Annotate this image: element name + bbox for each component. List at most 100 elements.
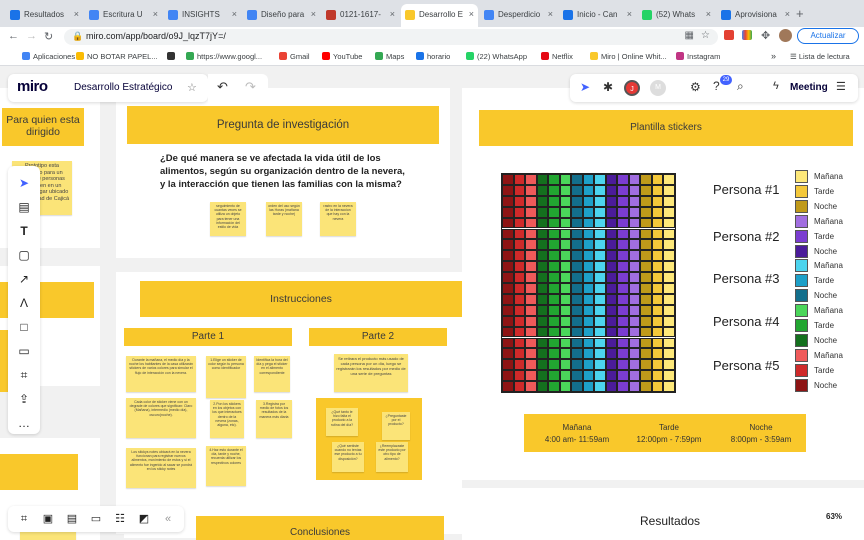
sticker-grid-cell[interactable]: [617, 228, 629, 240]
sticker-grid-cell[interactable]: [548, 315, 560, 327]
sticker-grid-cell[interactable]: [525, 381, 537, 392]
sticker-grid-cell[interactable]: [502, 250, 514, 262]
audience-header[interactable]: Para quien esta dirigido: [2, 108, 84, 146]
sticker-grid-cell[interactable]: [548, 184, 560, 196]
sticker-grid-cell[interactable]: [513, 326, 526, 338]
sticker-grid-cell[interactable]: [513, 217, 526, 229]
sticker-grid-cell[interactable]: [663, 272, 675, 283]
sticker-grid-cell[interactable]: [502, 206, 514, 218]
part2-intro-sticky[interactable]: Se retirara el producto más usado de cad…: [334, 354, 408, 392]
sticker-grid-cell[interactable]: [651, 348, 664, 360]
sticker-grid-cell[interactable]: [559, 272, 572, 283]
sticker-grid-cell[interactable]: [536, 206, 549, 218]
sticker-grid-cell[interactable]: [640, 272, 652, 283]
sticker-grid-cell[interactable]: [513, 315, 526, 327]
sticker-grid-cell[interactable]: [605, 381, 618, 392]
sticker-grid-cell[interactable]: [605, 239, 618, 251]
sticker-grid-cell[interactable]: [663, 217, 675, 229]
sticker-grid-cell[interactable]: [559, 174, 572, 185]
sticker-grid-cell[interactable]: [617, 348, 629, 360]
pen-tool-icon[interactable]: Λ: [16, 295, 32, 311]
sticker-grid-cell[interactable]: [617, 250, 629, 262]
sticker-grid-cell[interactable]: [640, 283, 652, 294]
tab-close-icon[interactable]: ×: [232, 9, 237, 19]
sticker-grid-cell[interactable]: [525, 337, 537, 349]
comments-icon[interactable]: ▤: [64, 511, 80, 527]
sticker-grid-cell[interactable]: [548, 174, 560, 185]
sticker-grid-cell[interactable]: [513, 283, 526, 294]
browser-tab[interactable]: Desperdicio ×: [480, 4, 557, 27]
tab-close-icon[interactable]: ×: [469, 9, 474, 19]
sticker-grid-cell[interactable]: [582, 359, 595, 371]
sticker-grid-cell[interactable]: [571, 370, 583, 382]
sticker-grid-cell[interactable]: [582, 381, 595, 392]
sticker-grid-cell[interactable]: [605, 348, 618, 360]
sticker-grid-cell[interactable]: [640, 337, 652, 349]
sticker-grid-cell[interactable]: [594, 261, 606, 273]
sticker-grid-cell[interactable]: [582, 195, 595, 207]
settings-sliders-icon[interactable]: ⚙: [690, 80, 701, 94]
sticker-grid-cell[interactable]: [548, 239, 560, 251]
sticker-grid-cell[interactable]: [536, 315, 549, 327]
sticker-grid-cell[interactable]: [525, 359, 537, 371]
browser-tab[interactable]: INSIGHTS ×: [164, 4, 241, 27]
sticker-grid-cell[interactable]: [502, 381, 514, 392]
puzzle-icon[interactable]: ✥: [761, 29, 770, 42]
sticker-grid-cell[interactable]: [605, 250, 618, 262]
sticker-grid-cell[interactable]: [594, 184, 606, 196]
sticker-grid-cell[interactable]: [628, 304, 641, 316]
sticker-grid-cell[interactable]: [536, 261, 549, 273]
sticker-grid-cell[interactable]: [663, 337, 675, 349]
browser-tab[interactable]: Escritura U ×: [85, 4, 162, 27]
sticker-grid-cell[interactable]: [651, 184, 664, 196]
bookmarks-more-icon[interactable]: »: [771, 51, 776, 61]
part1-sticky[interactable]: Cada color de sticker viene con un degra…: [126, 398, 196, 438]
sticker-grid-cell[interactable]: [628, 184, 641, 196]
stickers-header[interactable]: Plantilla stickers: [479, 110, 853, 146]
sticker-grid-cell[interactable]: [617, 370, 629, 382]
sticker-grid-cell[interactable]: [525, 228, 537, 240]
sticker-grid-cell[interactable]: [663, 293, 675, 305]
sticker-grid-cell[interactable]: [651, 195, 664, 207]
sticker-grid-cell[interactable]: [617, 217, 629, 229]
bookmark-item[interactable]: https://www.googl...: [186, 52, 262, 61]
sticker-grid-cell[interactable]: [559, 326, 572, 338]
results-header[interactable]: Resultados: [640, 514, 700, 528]
sticker-grid-cell[interactable]: [617, 206, 629, 218]
sticker-grid-cell[interactable]: [548, 195, 560, 207]
sticker-grid-cell[interactable]: [663, 239, 675, 251]
sticker-grid-cell[interactable]: [525, 195, 537, 207]
board-name[interactable]: Desarrollo Estratégico: [74, 82, 172, 93]
sticker-grid-cell[interactable]: [594, 370, 606, 382]
sticker-grid-cell[interactable]: [605, 195, 618, 207]
sticker-grid-cell[interactable]: [640, 261, 652, 273]
sticker-grid-cell[interactable]: [663, 283, 675, 294]
sticker-grid-cell[interactable]: [559, 239, 572, 251]
sticker-grid-cell[interactable]: [548, 228, 560, 240]
sticker-grid-cell[interactable]: [525, 304, 537, 316]
sticker-grid-cell[interactable]: [582, 217, 595, 229]
sticker-grid-cell[interactable]: [502, 174, 514, 185]
sticker-grid-cell[interactable]: [513, 381, 526, 392]
sticker-grid-cell[interactable]: [628, 206, 641, 218]
sticker-grid-cell[interactable]: [605, 304, 618, 316]
question-sticky[interactable]: rastro en la nevera de la interaccion qu…: [320, 202, 356, 236]
bookmark-item[interactable]: Gmail: [279, 52, 310, 61]
browser-tab[interactable]: (52) Whats ×: [638, 4, 715, 27]
sticker-grid-cell[interactable]: [628, 283, 641, 294]
sticker-grid-cell[interactable]: [548, 206, 560, 218]
sticker-grid-cell[interactable]: [582, 337, 595, 349]
sticker-grid-cell[interactable]: [513, 184, 526, 196]
sticker-grid-cell[interactable]: [548, 381, 560, 392]
sticker-grid-cell[interactable]: [628, 239, 641, 251]
template-tool-icon[interactable]: ▤: [16, 199, 32, 215]
sticker-grid-cell[interactable]: [663, 195, 675, 207]
sticker-grid-cell[interactable]: [663, 304, 675, 316]
sticker-grid-cell[interactable]: [502, 228, 514, 240]
connector-tool-icon[interactable]: ↗: [16, 271, 32, 287]
sticker-grid-cell[interactable]: [513, 293, 526, 305]
sticker-grid-cell[interactable]: [559, 370, 572, 382]
zoom-level[interactable]: 63%: [826, 512, 842, 521]
sticker-grid-cell[interactable]: [559, 206, 572, 218]
sticker-grid-cell[interactable]: [594, 304, 606, 316]
